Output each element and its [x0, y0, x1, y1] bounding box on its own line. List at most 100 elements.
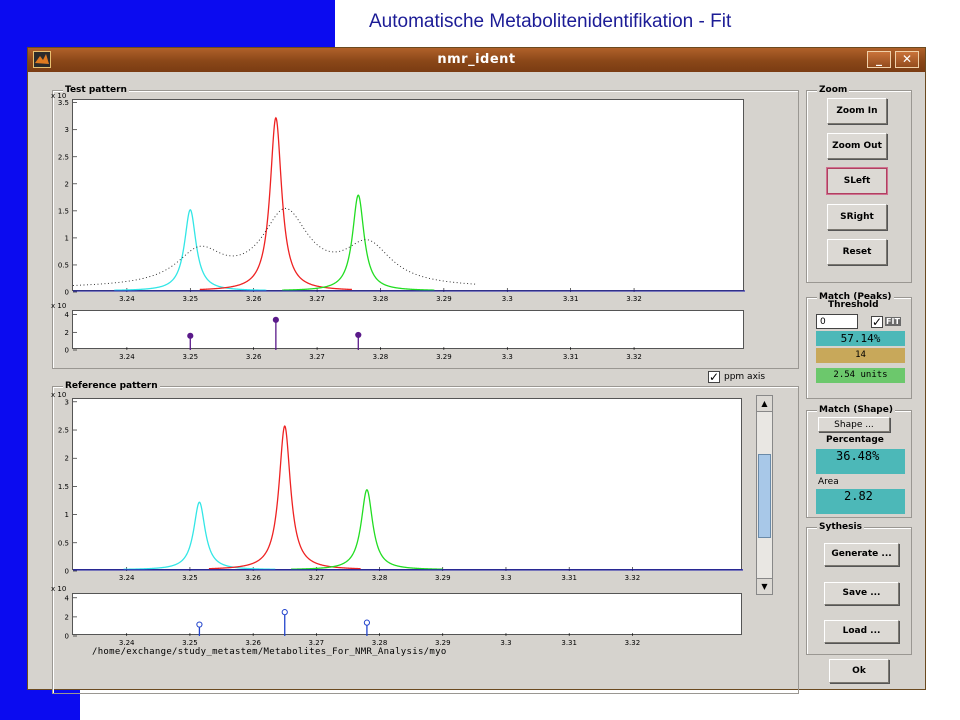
x-tick-label: 3.25 [182, 295, 198, 303]
stem-exponent-label: x 10 [51, 585, 66, 593]
zoom-panel-title: Zoom [817, 84, 850, 96]
x-tick-label: 3.28 [373, 295, 389, 303]
stem-y-tick-label: 2 [65, 613, 69, 621]
fit-dotted-line [72, 207, 476, 286]
close-button[interactable]: ✕ [895, 51, 919, 68]
stem-x-tick-label: 3.27 [309, 353, 325, 361]
y-tick-label: 3 [65, 126, 69, 134]
slide-title: Automatische Metabolitenidentifikation -… [369, 11, 732, 32]
scroll-down-arrow-icon[interactable]: ▼ [757, 578, 772, 594]
x-tick-label: 3.31 [561, 574, 577, 582]
y-tick-label: 3.5 [58, 99, 69, 107]
y-tick-label: 3 [65, 398, 69, 406]
stem-x-tick-label: 3.32 [625, 639, 641, 647]
x-tick-label: 3.32 [625, 574, 641, 582]
scroll-right-button[interactable]: SRight [827, 204, 887, 230]
y-tick-label: 0 [65, 568, 69, 576]
scroll-thumb[interactable] [758, 454, 771, 538]
stem-marker-1 [187, 332, 194, 339]
stem-y-tick-label: 0 [65, 633, 69, 641]
y-exponent-label: x 10 [51, 391, 66, 399]
y-tick-label: 1.5 [58, 483, 69, 491]
reference-file-path: /home/exchange/study_metastem/Metabolite… [92, 647, 447, 657]
shape-percentage-readout: 36.48% [816, 449, 905, 474]
stem-marker-2 [272, 316, 279, 323]
stem-x-tick-label: 3.29 [436, 353, 452, 361]
x-tick-label: 3.24 [119, 295, 135, 303]
y-tick-label: 2.5 [58, 427, 69, 435]
shape-button[interactable]: Shape ... [818, 417, 890, 432]
stem-x-tick-label: 3.3 [502, 353, 513, 361]
x-tick-label: 3.3 [502, 295, 513, 303]
test-spectrum-svg: 0 0.5 1 1.5 2 2.5 3 3.5 3.24 3.25 3.26 3.27 3.28 3.29… [51, 92, 745, 303]
ok-button[interactable]: Ok [829, 659, 889, 683]
stem-x-tick-label: 3.25 [182, 353, 198, 361]
threshold-label: Threshold [828, 300, 879, 310]
x-tick-label: 3.28 [372, 574, 388, 582]
stem-y-tick-label: 4 [65, 311, 70, 319]
zoom-out-button[interactable]: Zoom Out [827, 133, 887, 159]
zoom-in-button[interactable]: Zoom In [827, 98, 887, 124]
window-titlebar[interactable]: nmr_ident _ ✕ [28, 48, 925, 72]
reference-stem-plot[interactable]: 0 2 4 3.24 3.25 3.26 3.27 3.28 3.29 3.3 3.31 3.32 x … [51, 585, 742, 647]
y-tick-label: 1 [65, 234, 69, 242]
reference-spectrum-svg: 0 0.5 1 1.5 2 2.5 3 3.24 3.25 3.26 3.27 3.28 3.29 3.3… [51, 391, 743, 582]
stem-x-tick-label: 3.28 [372, 639, 388, 647]
reference-scrollbar[interactable]: ▲ ▼ [756, 395, 773, 595]
y-tick-label: 1.5 [58, 207, 69, 215]
x-tick-label: 3.29 [436, 295, 452, 303]
peaks-count-readout: 14 [816, 348, 905, 363]
reset-button[interactable]: Reset [827, 239, 887, 265]
x-tick-label: 3.25 [182, 574, 198, 582]
y-tick-label: 0.5 [58, 539, 69, 547]
stem-x-tick-label: 3.24 [119, 639, 135, 647]
scroll-up-arrow-icon[interactable]: ▲ [757, 396, 772, 412]
stem-y-tick-label: 0 [65, 347, 69, 355]
shape-area-readout: 2.82 [816, 489, 905, 514]
shape-area-label: Area [818, 477, 839, 487]
synthesis-title: Sythesis [817, 521, 864, 533]
stem-x-tick-label: 3.27 [309, 639, 325, 647]
y-tick-label: 0.5 [58, 261, 69, 269]
y-tick-label: 2.5 [58, 153, 69, 161]
stem-marker-3 [363, 619, 371, 626]
peak-line-1 [114, 209, 267, 291]
stem-marker-2 [281, 609, 288, 616]
stem-x-tick-label: 3.26 [246, 353, 262, 361]
stem-marker-1 [196, 621, 203, 628]
window-client-area: Test pattern 0 0.5 1 1.5 2 2.5 3 3.5 3.24 3.25 3.2… [30, 74, 923, 694]
test-stem-plot[interactable]: 0 2 4 3.24 3.25 3.26 3.27 3.28 3.29 3.3 3.31 3.32 x … [51, 302, 744, 361]
test-spectrum-plot[interactable]: 0 0.5 1 1.5 2 2.5 3 3.5 3.24 3.25 3.26 3.27 3.28 3.29… [51, 92, 745, 303]
y-tick-label: 1 [65, 511, 69, 519]
peak-line-2 [199, 116, 352, 291]
generate-button[interactable]: Generate ... [824, 543, 899, 566]
load-button[interactable]: Load ... [824, 620, 899, 643]
stem-x-tick-label: 3.32 [626, 353, 642, 361]
fit-checkbox[interactable]: ✓ [871, 316, 883, 328]
stem-x-tick-label: 3.3 [500, 639, 511, 647]
peaks-units-readout: 2.54 units [816, 368, 905, 383]
x-tick-label: 3.27 [309, 295, 325, 303]
stem-x-tick-label: 3.28 [373, 353, 389, 361]
stem-x-tick-label: 3.25 [182, 639, 198, 647]
peak-line-3 [291, 489, 443, 570]
slide-blue-header-bar [0, 0, 335, 48]
peak-line-3 [282, 194, 435, 291]
x-tick-label: 3.31 [563, 295, 579, 303]
scroll-left-button[interactable]: SLeft [827, 168, 887, 194]
stem-x-tick-label: 3.29 [435, 639, 451, 647]
ppm-axis-checkbox[interactable]: ✓ [708, 371, 720, 383]
stem-y-tick-label: 4 [65, 594, 70, 602]
stem-exponent-label: x 10 [51, 302, 66, 310]
y-tick-label: 0 [65, 289, 69, 297]
save-button[interactable]: Save ... [824, 582, 899, 605]
test-stem-svg: 0 2 4 3.24 3.25 3.26 3.27 3.28 3.29 3.3 3.31 3.32 x … [51, 302, 642, 361]
minimize-button[interactable]: _ [867, 51, 891, 68]
reference-spectrum-plot[interactable]: 0 0.5 1 1.5 2 2.5 3 3.24 3.25 3.26 3.27 3.28 3.29 3.3… [51, 391, 743, 582]
shape-percentage-label: Percentage [826, 435, 884, 445]
peak-line-1 [123, 501, 276, 570]
threshold-input[interactable] [816, 314, 858, 329]
fit-label: FIT [885, 317, 901, 326]
stem-x-tick-label: 3.24 [119, 353, 135, 361]
y-tick-label: 2 [65, 455, 69, 463]
